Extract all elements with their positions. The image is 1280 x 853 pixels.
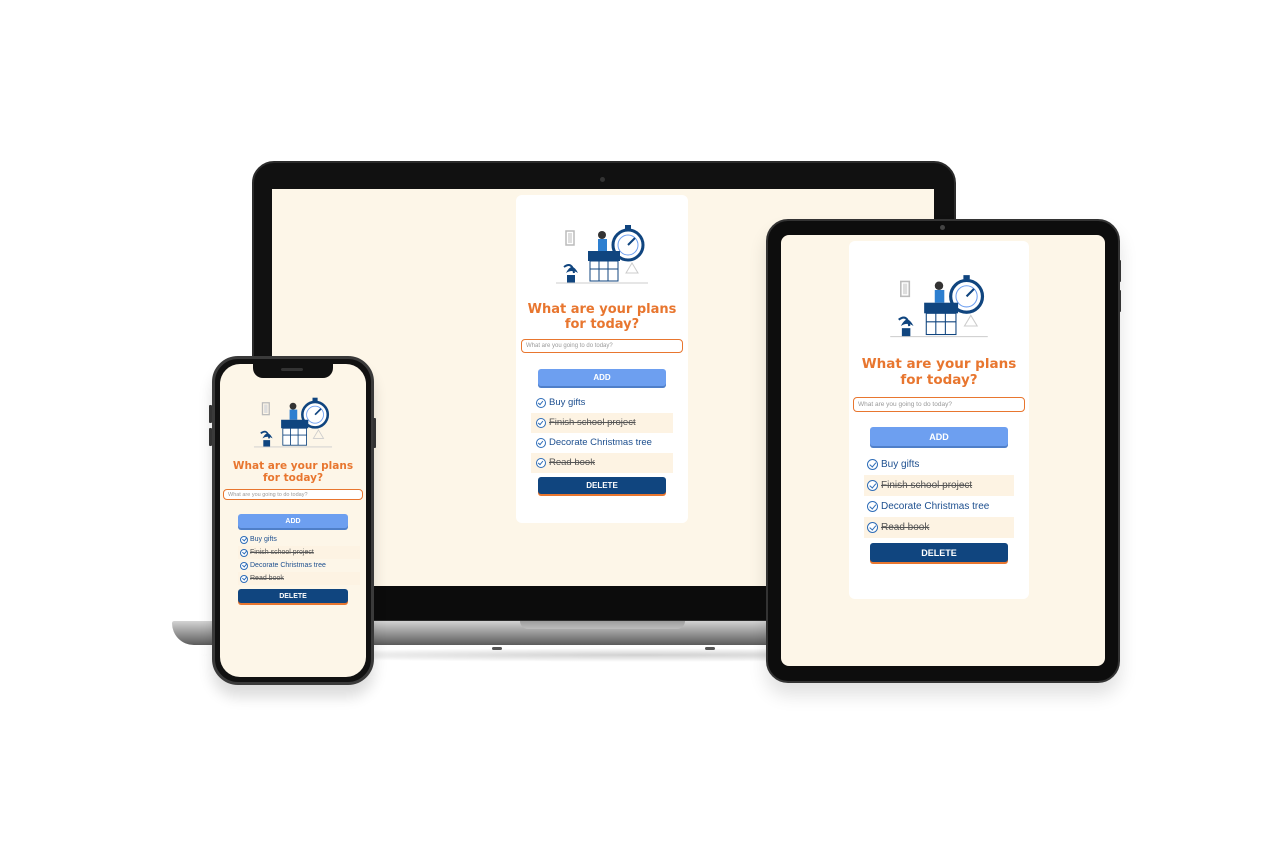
delete-button[interactable]: DELETE xyxy=(870,543,1008,563)
add-button[interactable]: ADD xyxy=(538,368,666,386)
todo-text: Read book xyxy=(549,457,595,469)
laptop-foot xyxy=(492,647,502,650)
add-button[interactable]: ADD xyxy=(870,427,1008,447)
check-circle-icon[interactable] xyxy=(867,459,878,471)
phone-app-card: What are your plans for today? What are … xyxy=(220,364,366,677)
todo-item[interactable]: Decorate Christmas tree xyxy=(864,496,1014,517)
phone-button xyxy=(209,405,212,423)
todo-list: Buy gifts Finish school project Decorate… xyxy=(531,393,673,473)
laptop-base-notch xyxy=(520,621,685,629)
check-circle-icon[interactable] xyxy=(536,417,546,428)
todo-item[interactable]: Buy gifts xyxy=(238,533,360,546)
todo-text: Buy gifts xyxy=(250,536,277,544)
check-circle-icon[interactable] xyxy=(536,437,546,448)
add-button[interactable]: ADD xyxy=(238,514,348,529)
todo-item[interactable]: Buy gifts xyxy=(531,393,673,413)
todo-text: Decorate Christmas tree xyxy=(549,437,652,449)
page-title: What are your plans for today? xyxy=(527,302,677,332)
tablet-screen: What are your plans for today? What are … xyxy=(781,235,1105,666)
phone-notch xyxy=(253,364,333,378)
check-circle-icon[interactable] xyxy=(240,574,248,583)
todo-text: Buy gifts xyxy=(881,459,920,471)
illustration-icon xyxy=(253,397,333,448)
todo-list: Buy gifts Finish school project Decorate… xyxy=(864,454,1014,539)
todo-item[interactable]: Finish school project xyxy=(531,412,673,433)
check-circle-icon[interactable] xyxy=(240,548,248,557)
check-circle-icon[interactable] xyxy=(536,397,546,408)
todo-text: Decorate Christmas tree xyxy=(881,501,990,513)
phone-screen: What are your plans for today? What are … xyxy=(220,364,366,677)
todo-text: Decorate Christmas tree xyxy=(250,562,326,570)
phone-speaker xyxy=(281,368,303,371)
page-title: What are your plans for today? xyxy=(232,460,354,485)
todo-item[interactable]: Finish school project xyxy=(238,546,360,560)
todo-item[interactable]: Decorate Christmas tree xyxy=(238,559,360,572)
todo-item[interactable]: Decorate Christmas tree xyxy=(531,433,673,453)
todo-item[interactable]: Read book xyxy=(531,452,673,473)
laptop-camera xyxy=(600,177,605,182)
todo-item[interactable]: Buy gifts xyxy=(864,454,1014,475)
todo-item[interactable]: Finish school project xyxy=(864,475,1014,497)
check-circle-icon[interactable] xyxy=(867,501,878,513)
task-input[interactable]: What are you going to do today? xyxy=(521,338,683,353)
phone-button xyxy=(209,428,212,446)
laptop-app-card: What are your plans for today? What are … xyxy=(516,195,688,523)
phone-button xyxy=(373,418,376,448)
tablet-app-card: What are your plans for today? What are … xyxy=(849,241,1029,599)
todo-text: Finish school project xyxy=(250,549,314,557)
delete-button[interactable]: DELETE xyxy=(538,476,666,494)
check-circle-icon[interactable] xyxy=(240,535,248,544)
todo-item[interactable]: Read book xyxy=(864,517,1014,539)
todo-text: Read book xyxy=(881,522,930,534)
laptop-foot xyxy=(705,647,715,650)
task-input[interactable]: What are you going to do today? xyxy=(223,489,363,501)
check-circle-icon[interactable] xyxy=(240,561,248,570)
delete-button[interactable]: DELETE xyxy=(238,589,348,604)
todo-list: Buy gifts Finish school project Decorate… xyxy=(238,533,360,586)
todo-text: Finish school project xyxy=(881,480,973,492)
todo-text: Buy gifts xyxy=(549,397,586,409)
illustration-icon xyxy=(556,225,648,284)
tablet-button xyxy=(1118,260,1121,282)
illustration-icon xyxy=(890,275,988,338)
check-circle-icon[interactable] xyxy=(867,522,878,534)
task-input[interactable]: What are you going to do today? xyxy=(853,397,1025,413)
todo-item[interactable]: Read book xyxy=(238,572,360,586)
todo-text: Read book xyxy=(250,575,284,583)
check-circle-icon[interactable] xyxy=(536,457,546,468)
todo-text: Finish school project xyxy=(549,417,636,429)
check-circle-icon[interactable] xyxy=(867,480,878,492)
page-title: What are your plans for today? xyxy=(861,356,1017,388)
tablet-camera xyxy=(940,225,945,230)
tablet-button xyxy=(1118,290,1121,312)
